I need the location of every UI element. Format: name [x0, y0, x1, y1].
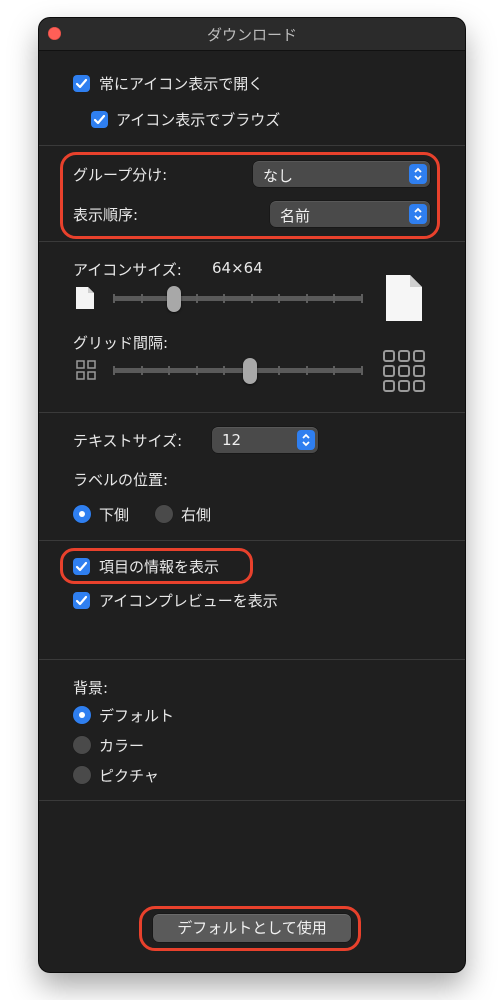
- small-grid-icon: [76, 360, 96, 380]
- slider-tick: [195, 366, 198, 375]
- slider-tick: [361, 366, 363, 375]
- checkmark-icon: [75, 595, 88, 606]
- use-as-default-button[interactable]: デフォルトとして使用: [153, 914, 351, 942]
- browse-icon-view-checkbox[interactable]: [91, 111, 108, 128]
- slider-tick: [223, 294, 226, 303]
- popup-arrows-icon: [297, 430, 315, 450]
- slider-tick: [250, 294, 253, 303]
- view-options-window: ダウンロード 常にアイコン表示で開く アイコン表示でブラウズ グループ分け: な…: [39, 18, 465, 972]
- text-size-popup[interactable]: 12: [212, 427, 318, 453]
- window-title: ダウンロード: [206, 26, 297, 44]
- slider-tick: [168, 366, 171, 375]
- slider-tick: [278, 294, 281, 303]
- title-bar[interactable]: ダウンロード: [39, 18, 465, 51]
- grouping-value: なし: [263, 167, 294, 185]
- divider: [39, 540, 465, 541]
- background-color-radio[interactable]: [73, 736, 91, 754]
- grid-spacing-label: グリッド間隔:: [73, 334, 169, 352]
- slider-tick: [278, 366, 281, 375]
- slider-track: [113, 368, 363, 373]
- slider-knob[interactable]: [167, 286, 182, 312]
- slider-knob[interactable]: [242, 358, 257, 384]
- divider: [39, 241, 465, 242]
- checkmark-icon: [75, 561, 88, 572]
- slider-tick: [113, 366, 115, 375]
- divider: [39, 659, 465, 660]
- slider-tick: [113, 294, 115, 303]
- icon-size-value: 64×64: [212, 259, 263, 277]
- background-label: 背景:: [73, 679, 109, 697]
- divider: [39, 800, 465, 801]
- text-size-value: 12: [222, 431, 242, 449]
- background-color-label: カラー: [99, 737, 145, 755]
- popup-arrows-icon: [409, 164, 427, 184]
- always-open-icon-view-checkbox[interactable]: [73, 75, 90, 92]
- small-document-icon: [76, 287, 94, 309]
- slider-tick: [305, 366, 308, 375]
- label-position-label: ラベルの位置:: [73, 471, 169, 489]
- slider-tick: [223, 366, 226, 375]
- background-picture-label: ピクチャ: [99, 767, 159, 785]
- grid-spacing-slider[interactable]: [113, 358, 363, 384]
- slider-tick: [195, 294, 198, 303]
- divider: [39, 412, 465, 413]
- divider: [39, 145, 465, 146]
- label-position-bottom-radio[interactable]: [73, 505, 91, 523]
- checkmark-icon: [75, 78, 88, 89]
- always-open-icon-view-label: 常にアイコン表示で開く: [99, 75, 264, 93]
- show-icon-preview-label: アイコンプレビューを表示: [99, 592, 278, 610]
- show-item-info-label: 項目の情報を表示: [99, 558, 220, 576]
- grouping-popup[interactable]: なし: [253, 161, 430, 187]
- sort-popup[interactable]: 名前: [270, 201, 430, 227]
- background-picture-radio[interactable]: [73, 766, 91, 784]
- background-default-radio[interactable]: [73, 706, 91, 724]
- large-document-icon: [386, 275, 422, 321]
- slider-tick: [305, 294, 308, 303]
- checkmark-icon: [93, 114, 106, 125]
- grouping-label: グループ分け:: [73, 166, 168, 184]
- slider-tick: [333, 294, 336, 303]
- slider-tick: [361, 294, 363, 303]
- large-grid-icon: [383, 350, 425, 392]
- slider-tick: [140, 294, 143, 303]
- slider-tick: [140, 366, 143, 375]
- icon-size-slider[interactable]: [113, 286, 363, 312]
- sort-value: 名前: [280, 207, 311, 225]
- show-icon-preview-checkbox[interactable]: [73, 592, 90, 609]
- label-position-bottom-label: 下側: [99, 506, 130, 524]
- text-size-label: テキストサイズ:: [73, 432, 183, 450]
- popup-arrows-icon: [409, 204, 427, 224]
- label-position-right-radio[interactable]: [155, 505, 173, 523]
- browse-icon-view-label: アイコン表示でブラウズ: [116, 111, 281, 129]
- label-position-right-label: 右側: [181, 506, 212, 524]
- background-default-label: デフォルト: [99, 707, 175, 725]
- slider-tick: [333, 366, 336, 375]
- sort-label: 表示順序:: [73, 206, 139, 224]
- slider-track: [113, 296, 363, 301]
- icon-size-label: アイコンサイズ:: [73, 261, 182, 279]
- show-item-info-checkbox[interactable]: [73, 558, 90, 575]
